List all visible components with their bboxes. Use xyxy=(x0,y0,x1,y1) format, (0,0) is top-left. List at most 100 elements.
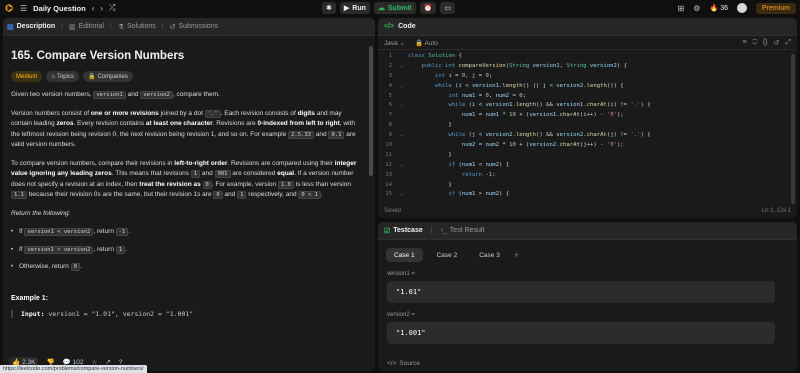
tab-divider: | xyxy=(161,23,164,30)
settings-icon[interactable]: ⚙ xyxy=(693,4,700,13)
play-icon: ▶ xyxy=(343,5,350,12)
bug-icon: ✱ xyxy=(326,5,332,12)
page-title[interactable]: 165. Compare Version Numbers xyxy=(11,50,361,62)
saved-status: Saved xyxy=(384,208,402,214)
tab-submissions[interactable]: ↺ Submissions xyxy=(170,23,219,31)
add-case-icon[interactable]: + xyxy=(514,250,519,260)
code-line: 15 ⌄ if (num1 > num2) { xyxy=(385,191,510,198)
next-problem-icon[interactable]: › xyxy=(100,4,103,13)
code-line: 12 ⌄ if (num1 < num2) { xyxy=(385,161,510,168)
code-toolbar: Java ⌄ 🔒 Auto xyxy=(378,36,797,50)
case-tab-3[interactable]: Case 3 xyxy=(471,248,508,262)
format-icon[interactable]: ≡ xyxy=(743,39,747,47)
bookmark-icon[interactable]: ⎕ xyxy=(753,39,757,47)
code-icon: </> xyxy=(387,360,397,367)
shuffle-icon[interactable]: ⤮ xyxy=(109,3,115,13)
timer-button[interactable]: ⏰ xyxy=(419,2,437,14)
top-bar: ⌬ ☰ Daily Question ‹ › ⤮ ✱ ▶ Run ☁ Submit … xyxy=(0,0,800,16)
notes-button[interactable]: ▭ xyxy=(440,2,455,14)
topics-chip[interactable]: ⌂ Topics xyxy=(46,71,79,82)
description-paragraph: Given two version numbers, version1 and … xyxy=(11,91,220,99)
lock-icon: 🔒 xyxy=(415,39,424,47)
code-line: 6 ⌄ while (i < version1. length() && versi… xyxy=(388,102,651,109)
tab-divider: | xyxy=(430,227,433,234)
lock-icon: 🔒 xyxy=(87,74,96,80)
problem-chips: Medium ⌂ Topics 🔒 Companies xyxy=(11,71,361,82)
book-icon: ▥ xyxy=(68,23,76,31)
flask-icon: ⚗ xyxy=(117,23,124,31)
note-icon: ▭ xyxy=(444,5,451,12)
problem-list-icon[interactable]: ☰ xyxy=(20,4,27,13)
description-paragraph: To compare version numbers, compare thei… xyxy=(11,159,357,199)
fullscreen-icon[interactable]: ⤢ xyxy=(785,39,791,47)
layout-icon[interactable]: ⊞ xyxy=(678,4,685,13)
avatar[interactable] xyxy=(736,3,747,13)
code-line: 13 return -1; xyxy=(385,171,496,178)
submit-label: Submit xyxy=(387,4,412,12)
tab-label: Testcase xyxy=(393,227,423,234)
version2-field[interactable]: "1.001" xyxy=(387,322,775,344)
tab-divider: | xyxy=(109,23,112,30)
daily-question-title[interactable]: Daily Question xyxy=(33,4,86,13)
code-line: 11 } xyxy=(385,151,452,158)
mode-value: Auto xyxy=(424,39,438,47)
description-paragraph: Version numbers consist of one or more r… xyxy=(11,109,356,148)
tab-description[interactable]: ▤ Description xyxy=(7,23,55,31)
code-line: 14 } xyxy=(385,181,452,188)
braces-icon[interactable]: {} xyxy=(763,39,768,47)
tab-label: Description xyxy=(16,23,56,30)
code-header: </> Code xyxy=(378,18,797,36)
version1-field[interactable]: "1.01" xyxy=(387,281,775,303)
description-scrollbar[interactable] xyxy=(369,46,373,176)
editor-scrollbar[interactable] xyxy=(791,54,795,204)
submit-button[interactable]: ☁ Submit xyxy=(373,2,416,14)
language-value: Java xyxy=(384,39,398,47)
code-line: 8 } xyxy=(388,122,452,129)
return-list: If version1 < version2, return -1. If ve… xyxy=(11,227,361,273)
description-panel: ▤ Description | ▥ Editorial | ⚗ Solutions |… xyxy=(3,18,375,371)
testcase-tabs: ☑ Testcase | ›_ Test Result xyxy=(378,222,797,240)
testcase-panel: ☑ Testcase | ›_ Test Result Case 1 Case 2 … xyxy=(378,222,797,371)
companies-chip[interactable]: 🔒 Companies xyxy=(82,71,133,82)
source-button[interactable]: </> Source xyxy=(387,360,420,367)
code-line: 9 ⌄ while (j < version2. length() && versi… xyxy=(388,132,651,139)
code-editor[interactable]: 1 class Solution { 2 ⌄ public int compareV… xyxy=(378,51,797,201)
code-line: 5 int num1 = 0, num2 = 0; xyxy=(388,92,526,99)
list-item: If version1 > version2, return 1. xyxy=(11,245,361,256)
premium-button[interactable]: Premium xyxy=(755,2,796,14)
tab-label: Solutions xyxy=(127,23,156,30)
checkbox-icon: ☑ xyxy=(384,227,391,235)
language-select[interactable]: Java ⌄ xyxy=(384,39,405,47)
param-label: version1 = xyxy=(387,271,415,277)
leetcode-logo[interactable]: ⌬ xyxy=(4,3,14,14)
code-line: 4 ⌄ while (i < version1. length() || j < v… xyxy=(388,82,624,89)
debug-button[interactable]: ✱ xyxy=(322,2,336,14)
tab-test-result[interactable]: ›_ Test Result xyxy=(441,227,485,234)
tab-label: Editorial xyxy=(78,23,104,30)
tab-solutions[interactable]: ⚗ Solutions xyxy=(118,23,156,31)
run-button[interactable]: ▶ Run xyxy=(339,2,370,14)
flame-icon: 🔥 xyxy=(709,5,719,12)
alarm-icon: ⏰ xyxy=(423,5,433,12)
reset-icon[interactable]: ↺ xyxy=(774,39,780,47)
code-line: 10 num2 = num2 * 10 + (version2. charAt(j… xyxy=(385,141,624,148)
streak-counter[interactable]: 🔥 36 xyxy=(709,4,728,13)
tab-editorial[interactable]: ▥ Editorial xyxy=(69,23,104,31)
code-line: 1 class Solution { xyxy=(388,52,462,59)
code-line: 2 ⌄ public int compareVersion(String vers… xyxy=(388,62,627,69)
auto-mode[interactable]: 🔒 Auto xyxy=(415,39,438,47)
code-line: 3 int i = 0, j = 0; xyxy=(388,72,493,79)
example-input: Input: version1 = "1.01", version2 = "1.… xyxy=(11,309,361,318)
tag-icon: ⌂ xyxy=(51,73,55,80)
param-label: version2 = xyxy=(387,312,415,318)
prev-problem-icon[interactable]: ‹ xyxy=(92,4,95,13)
tab-testcase[interactable]: ☑ Testcase xyxy=(384,227,423,235)
terminal-icon: ›_ xyxy=(440,227,447,234)
case-tab-2[interactable]: Case 2 xyxy=(429,248,466,262)
case-tab-1[interactable]: Case 1 xyxy=(386,248,423,262)
code-line: 7 num1 = num1 * 10 + (version1. charAt(i +… xyxy=(388,112,624,119)
tab-divider: | xyxy=(61,23,63,30)
upload-icon: ☁ xyxy=(377,5,385,12)
return-heading: Return the following: xyxy=(11,209,71,217)
source-label: Source xyxy=(399,360,421,367)
